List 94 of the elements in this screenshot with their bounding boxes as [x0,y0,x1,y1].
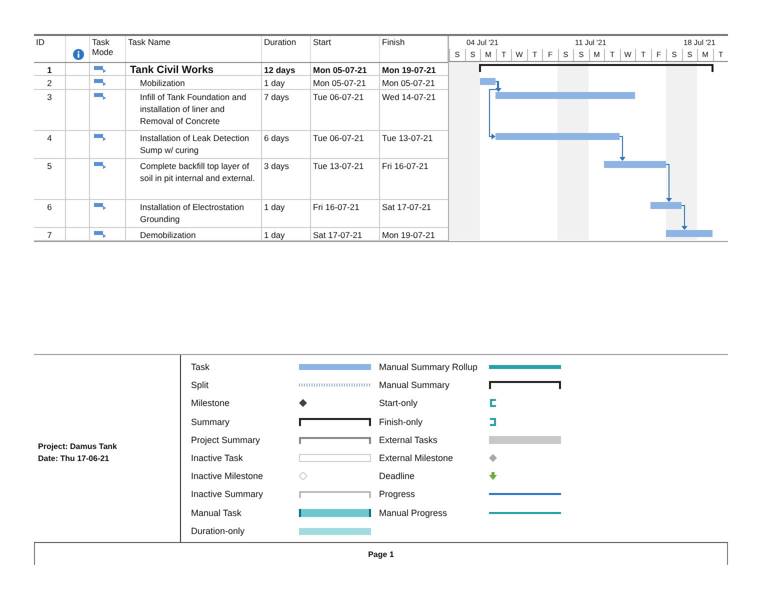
info-icon [73,49,84,60]
duration-cell: 12 days [264,65,296,75]
row-id: 7 [47,230,52,240]
duration-cell: 1 day [264,202,285,212]
duration-cell: 7 days [264,92,290,102]
bar-symbol [299,508,371,517]
bar-symbol [489,436,561,444]
duration-cell: 3 days [264,161,290,171]
task-bar [650,202,682,209]
start-date: Fri 16-07-21 [313,202,360,212]
task-mode-icon [94,93,106,100]
column-header: Duration [264,37,296,47]
task-name: Mobilization [139,77,186,89]
duration-cell: 6 days [264,133,290,143]
start-date: Tue 06-07-21 [313,133,364,143]
start-date: Mon 05-07-21 [313,65,367,75]
legend-label: Start-only [379,398,419,408]
column-header: Task Name [128,37,171,47]
finish-date: Sat 17-07-21 [382,202,432,212]
finish-date: Fri 16-07-21 [382,161,428,171]
legend-label: Manual Progress [379,508,448,518]
start-date: Sat 17-07-21 [313,230,362,240]
column-header: ID [36,37,44,47]
diamond-icon [299,399,307,408]
task-name: Installation of Electrostation Grounding [139,201,245,225]
finish-date: Mon 19-07-21 [382,65,436,75]
task-mode-icon [94,203,106,210]
bar-symbol [299,363,371,372]
task-mode-icon [94,134,106,141]
outline-bar-symbol [299,454,371,462]
row-id: 5 [47,161,52,171]
column-header: Task Mode [92,37,114,57]
task-name: Installation of Leak Detection Sump w/ curing [139,132,250,156]
arrow-icon [489,472,497,480]
duration-cell: 1 day [264,230,285,240]
legend-label: Duration-only [191,526,246,536]
column-header: Start [313,37,331,47]
legend-label: Deadline [379,471,416,482]
row-id: 6 [47,202,52,212]
legend-label: Milestone [191,398,231,408]
row-id: 4 [47,133,52,143]
legend-label: Manual Task [191,508,242,518]
dependency-arrow [681,205,688,230]
legend-label: Manual Summary [379,380,451,390]
start-date: Tue 06-07-21 [313,92,364,102]
row-id: 2 [47,78,52,88]
column-header: Finish [382,37,405,47]
legend-label: Inactive Milestone [191,471,264,482]
task-mode-icon [94,231,106,238]
bar-symbol [299,526,371,535]
task-mode-icon [94,66,106,73]
project-date: Date: Thu 17-06-21 [38,452,110,464]
dotted-line-symbol [299,381,371,390]
start-date: Mon 05-07-21 [313,78,366,88]
task-bar [480,78,496,85]
legend-label: Finish-only [379,416,424,427]
project-name: Project: Damus Tank [38,440,118,452]
legend-label: Inactive Summary [191,489,264,500]
bracket-symbol [299,490,371,498]
dependency-arrow [666,164,672,202]
task-name: Complete backfill top layer of soil in pit internal and external. [139,160,256,184]
dependency-arrow [619,136,626,161]
legend-label: Manual Summary Rollup [379,362,479,372]
legend-label: Summary [191,416,231,427]
duration-cell: 1 day [264,78,285,88]
legend-label: Progress [379,489,416,500]
bracket-icon [489,418,497,426]
bracket-symbol [299,418,371,426]
task-bar [604,161,666,168]
task-mode-icon [94,162,106,169]
start-date: Tue 13-07-21 [313,161,364,171]
row-id: 3 [47,92,52,102]
task-name: Infill of Tank Foundation and installation of liner and Removal of Concrete [139,91,248,127]
diamond-icon [299,472,307,480]
finish-date: Tue 13-07-21 [382,133,433,143]
row-id: 1 [47,65,52,75]
legend-label: Split [191,380,210,390]
page-number: Page 1 [368,550,394,558]
task-name: Tank Civil Works [129,64,214,76]
finish-date: Wed 14-07-21 [382,92,436,102]
finish-date: Mon 05-07-21 [382,78,435,88]
legend-label: Project Summary [191,434,262,445]
finish-date: Mon 19-07-21 [382,230,435,240]
task-name: Demobilization [139,229,197,241]
legend-label: Task [191,362,211,372]
task-mode-icon [94,79,106,86]
bracket-symbol [299,436,371,444]
diamond-icon [489,454,497,462]
bracket-symbol [489,381,561,390]
legend-label: External Milestone [379,453,454,464]
task-bar [666,230,712,237]
bracket-icon [489,399,497,408]
legend-label: External Tasks [379,434,438,445]
legend-label: Inactive Task [191,453,244,464]
